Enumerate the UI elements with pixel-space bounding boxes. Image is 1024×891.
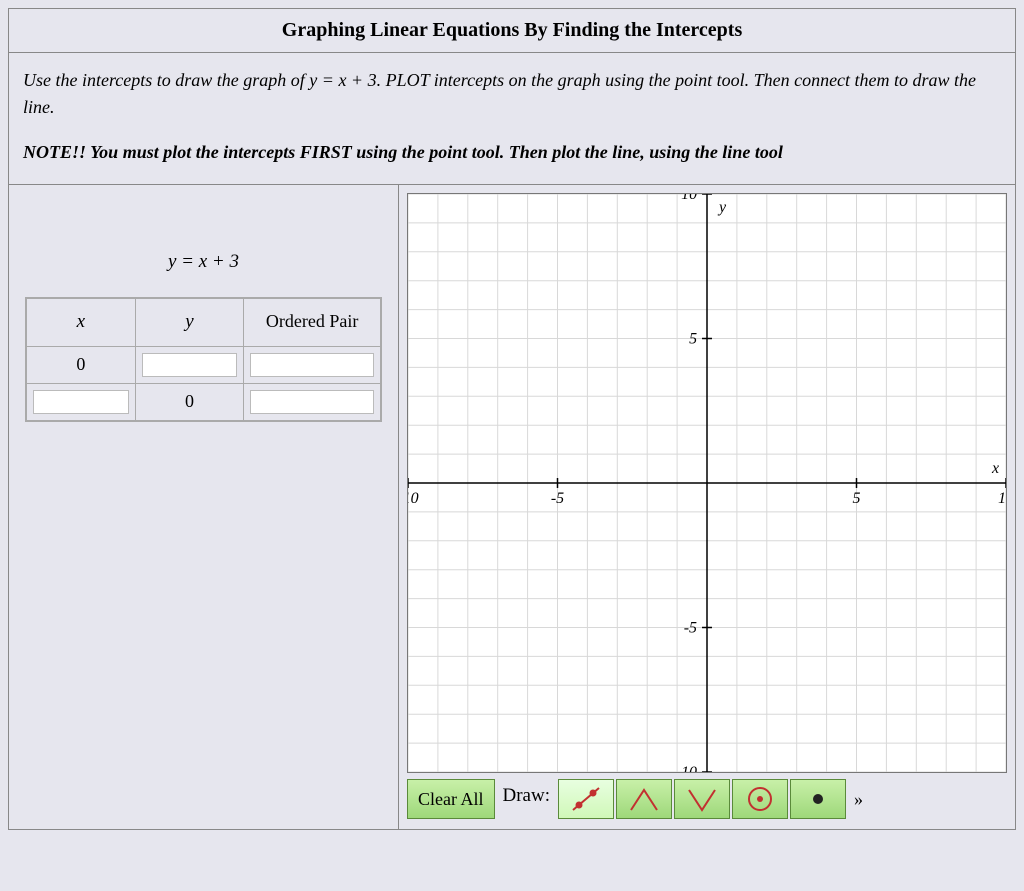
vee-icon [685, 784, 719, 814]
cell-x: 0 [26, 346, 135, 383]
clear-all-button[interactable]: Clear All [407, 779, 495, 819]
svg-text:10: 10 [998, 490, 1006, 507]
input-pair-row1[interactable] [250, 353, 374, 377]
instructions: Use the intercepts to draw the graph of … [9, 53, 1015, 185]
line-icon [569, 784, 603, 814]
point-tool[interactable] [790, 779, 846, 819]
intercepts-table: x y Ordered Pair 0 0 [25, 297, 382, 422]
abs-value-tool[interactable] [674, 779, 730, 819]
graph-canvas[interactable]: -10 -5 5 10 -10 -5 5 10 x y [407, 193, 1007, 773]
point-icon [801, 784, 835, 814]
svg-text:-5: -5 [684, 619, 697, 636]
svg-text:5: 5 [853, 490, 861, 507]
svg-text:-5: -5 [551, 490, 564, 507]
input-pair-row2[interactable] [250, 390, 374, 414]
table-row: 0 [26, 383, 381, 421]
open-polyline-tool[interactable] [616, 779, 672, 819]
problem-container: Graphing Linear Equations By Finding the… [8, 8, 1016, 830]
table-row: 0 [26, 346, 381, 383]
svg-text:5: 5 [689, 330, 697, 347]
draw-label: Draw: [497, 779, 556, 819]
instruction-note: NOTE!! You must plot the intercepts FIRS… [23, 139, 1001, 166]
input-y-row1[interactable] [142, 353, 238, 377]
cell-y: 0 [135, 383, 244, 421]
svg-text:y: y [717, 199, 727, 216]
col-header-x: x [26, 298, 135, 346]
input-x-row2[interactable] [33, 390, 129, 414]
polyline-icon [627, 784, 661, 814]
circle-icon [743, 784, 777, 814]
svg-text:-10: -10 [676, 764, 697, 772]
col-header-pair: Ordered Pair [244, 298, 381, 346]
col-header-y: y [135, 298, 244, 346]
graph-panel: -10 -5 5 10 -10 -5 5 10 x y Clear All Draw: [399, 185, 1015, 829]
graph-toolbar: Clear All Draw: [407, 779, 1007, 819]
circle-tool[interactable] [732, 779, 788, 819]
svg-text:-10: -10 [408, 490, 419, 507]
table-panel: y = x + 3 x y Ordered Pair 0 0 [9, 185, 399, 829]
problem-title: Graphing Linear Equations By Finding the… [9, 9, 1015, 53]
instruction-text: Use the intercepts to draw the graph of … [23, 67, 1001, 121]
svg-text:10: 10 [681, 194, 697, 203]
equation-label: y = x + 3 [25, 201, 382, 297]
tool-overflow[interactable]: » [848, 779, 869, 819]
svg-text:x: x [991, 460, 999, 477]
line-tool[interactable] [558, 779, 614, 819]
